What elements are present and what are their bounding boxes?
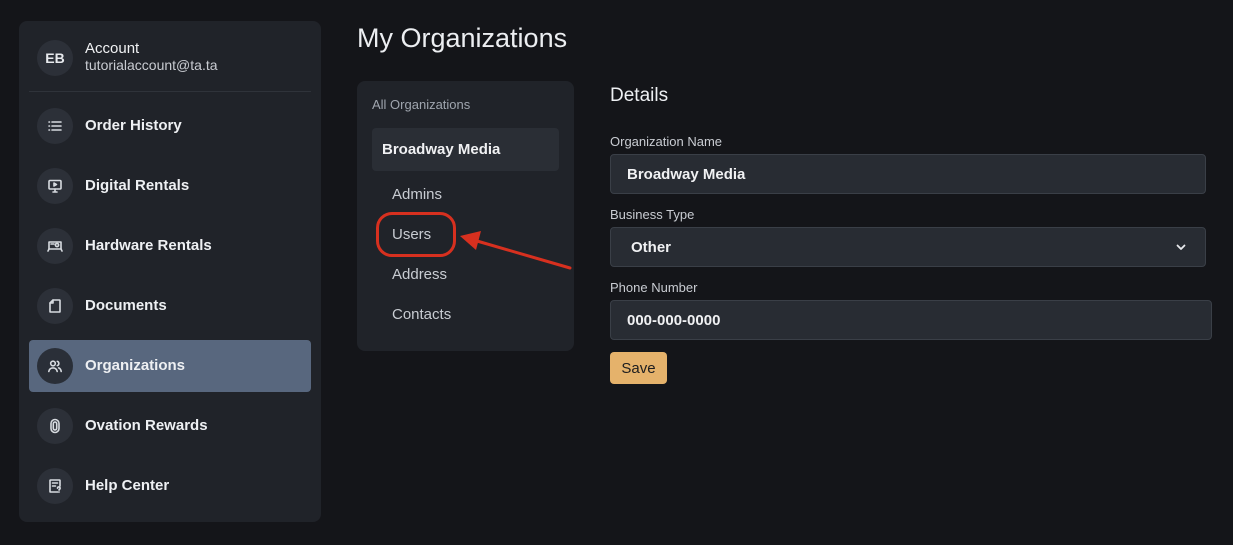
org-subitem-contacts[interactable]: Contacts	[392, 306, 451, 323]
all-organizations-heading: All Organizations	[372, 97, 471, 112]
phone-number-label: Phone Number	[610, 280, 698, 295]
chevron-down-icon	[1176, 244, 1186, 250]
page-title: My Organizations	[357, 23, 568, 53]
sidebar-item-help-center[interactable]: Help Center	[29, 460, 311, 512]
rewards-icon	[37, 408, 73, 444]
sidebar-item-label: Digital Rentals	[85, 177, 190, 194]
document-icon	[37, 288, 73, 324]
details-title: Details	[610, 85, 669, 106]
avatar[interactable]: EB	[37, 40, 73, 76]
save-button[interactable]: Save	[610, 352, 667, 384]
business-type-select[interactable]: Other	[610, 227, 1206, 267]
sidebar-item-label: Order History	[85, 117, 182, 134]
divider	[29, 91, 311, 92]
sidebar-item-label: Hardware Rentals	[85, 237, 212, 254]
sidebar-item-digital-rentals[interactable]: Digital Rentals	[29, 160, 311, 212]
annotation-arrow	[460, 231, 572, 270]
org-item-label: Broadway Media	[382, 141, 501, 158]
org-subitem-address[interactable]: Address	[392, 266, 447, 283]
monitor-play-icon	[37, 168, 73, 204]
business-type-label: Business Type	[610, 207, 695, 222]
sidebar-item-label: Ovation Rewards	[85, 417, 208, 434]
org-subitem-admins[interactable]: Admins	[392, 186, 442, 203]
account-label: Account	[85, 40, 140, 57]
phone-number-input[interactable]	[610, 300, 1212, 340]
sidebar: EB Account tutorialaccount@ta.ta Order H…	[19, 21, 321, 522]
users-icon	[37, 348, 73, 384]
sidebar-item-label: Organizations	[85, 357, 186, 374]
org-item-selected[interactable]: Broadway Media	[372, 128, 559, 171]
account-section[interactable]: EB Account tutorialaccount@ta.ta	[19, 21, 321, 92]
sidebar-item-label: Help Center	[85, 477, 170, 494]
sidebar-item-organizations[interactable]: Organizations	[29, 340, 311, 392]
list-icon	[37, 108, 73, 144]
business-type-value: Other	[631, 239, 672, 256]
sidebar-item-hardware-rentals[interactable]: Hardware Rentals	[29, 220, 311, 272]
sidebar-item-ovation-rewards[interactable]: Ovation Rewards	[29, 400, 311, 452]
sidebar-item-label: Documents	[85, 297, 167, 314]
help-doc-icon	[37, 468, 73, 504]
account-email: tutorialaccount@ta.ta	[85, 57, 218, 73]
sidebar-item-documents[interactable]: Documents	[29, 280, 311, 332]
hardware-icon	[37, 228, 73, 264]
annotation-circle	[376, 212, 456, 257]
organization-name-input[interactable]	[610, 154, 1206, 194]
sidebar-item-order-history[interactable]: Order History	[29, 100, 311, 152]
organization-name-label: Organization Name	[610, 134, 722, 149]
